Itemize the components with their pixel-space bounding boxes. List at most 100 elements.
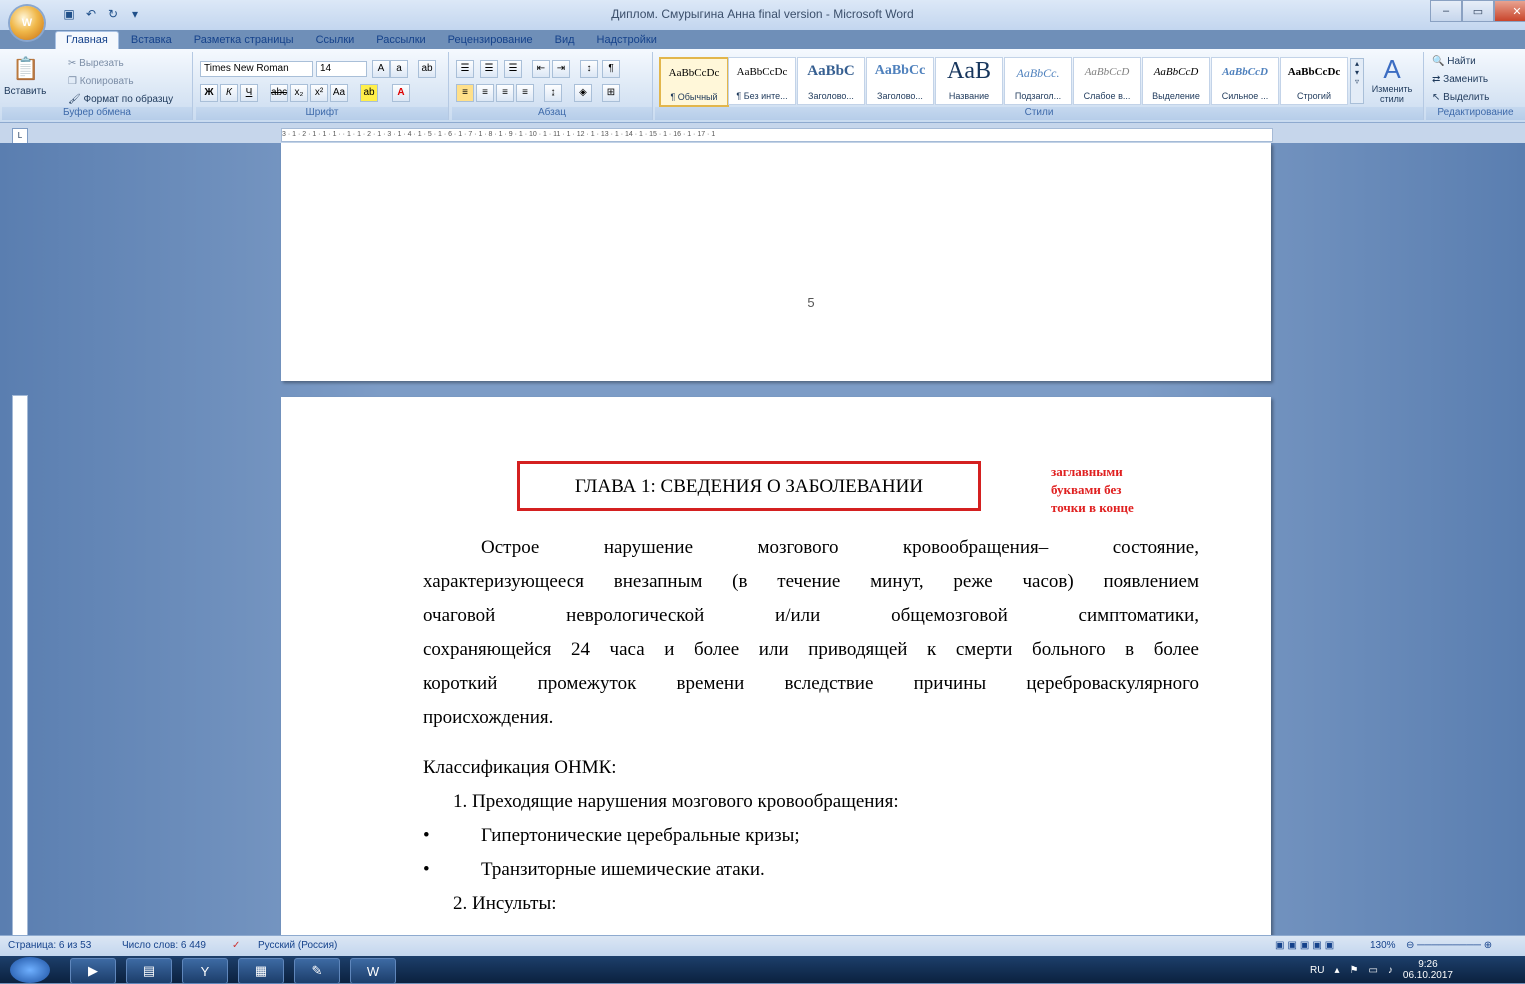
clipboard-group: 📋 Вставить ✂ Вырезать ❐ Копировать 🖌 Фор… [2, 52, 193, 120]
volume-icon[interactable]: ♪ [1388, 965, 1393, 976]
spellcheck-icon[interactable]: ✓ [232, 940, 240, 951]
media-player-icon[interactable]: ▶ [70, 958, 116, 984]
increase-indent-icon[interactable]: ⇥ [552, 60, 570, 78]
tab-home[interactable]: Главная [55, 31, 119, 49]
presentation-icon[interactable]: ▦ [238, 958, 284, 984]
close-icon[interactable]: ✕ [1494, 0, 1525, 22]
style-subtitle[interactable]: AaBbCc. Подзагол... [1004, 57, 1072, 105]
office-button[interactable]: W [10, 6, 44, 40]
format-painter-button[interactable]: 🖌 Формат по образцу [68, 94, 173, 105]
tab-addins[interactable]: Надстройки [587, 32, 667, 49]
page-count[interactable]: Страница: 6 из 53 [8, 940, 91, 951]
office-logo-icon: W [21, 17, 33, 29]
zoom-slider[interactable]: ⊖ ───────── ⊕ [1406, 940, 1516, 951]
paragraph-group-label: Абзац [452, 107, 652, 120]
style-subtle-emphasis[interactable]: AaBbCcD Слабое в... [1073, 57, 1141, 105]
tab-page-layout[interactable]: Разметка страницы [184, 32, 304, 49]
list-item: Гипертонические церебральные кризы; [481, 825, 800, 846]
align-right-icon[interactable]: ≡ [496, 84, 514, 102]
select-button[interactable]: ↖ Выделить [1432, 92, 1489, 103]
style-heading-1[interactable]: AaBbC Заголово... [797, 57, 865, 105]
numbering-icon[interactable]: ☰ [480, 60, 498, 78]
font-color-icon[interactable]: A [392, 84, 410, 102]
explorer-icon[interactable]: ▤ [126, 958, 172, 984]
borders-icon[interactable]: ⊞ [602, 84, 620, 102]
horizontal-ruler[interactable]: 3 · 1 · 2 · 1 · 1 · 1 · · 1 · 1 · 2 · 1 … [281, 128, 1273, 142]
tab-references[interactable]: Ссылки [306, 32, 365, 49]
paragraph-line: Острое нарушение мозгового кровообращени… [481, 537, 1199, 558]
input-language[interactable]: RU [1310, 965, 1324, 976]
tab-view[interactable]: Вид [545, 32, 585, 49]
word-count[interactable]: Число слов: 6 449 [122, 940, 206, 951]
page-5[interactable]: 5 [281, 143, 1271, 381]
minimize-icon[interactable]: – [1430, 0, 1462, 22]
replace-button[interactable]: ⇄ Заменить [1432, 74, 1488, 85]
style-emphasis[interactable]: AaBbCcD Выделение [1142, 57, 1210, 105]
change-styles-icon: A [1383, 54, 1401, 84]
subscript-icon[interactable]: x₂ [290, 84, 308, 102]
shrink-font-icon[interactable]: a [390, 60, 408, 78]
tab-mailings[interactable]: Рассылки [366, 32, 435, 49]
align-left-icon[interactable]: ≡ [456, 84, 474, 102]
paste-button[interactable]: Вставить [4, 86, 46, 97]
tab-review[interactable]: Рецензирование [438, 32, 543, 49]
yandex-browser-icon[interactable]: Y [182, 958, 228, 984]
multilevel-list-icon[interactable]: ☰ [504, 60, 522, 78]
show-marks-icon[interactable]: ¶ [602, 60, 620, 78]
tray-arrow-icon[interactable]: ▴ [1334, 965, 1339, 976]
bullets-icon[interactable]: ☰ [456, 60, 474, 78]
underline-icon[interactable]: Ч [240, 84, 258, 102]
align-center-icon[interactable]: ≡ [476, 84, 494, 102]
copy-button[interactable]: ❐ Копировать [68, 76, 134, 87]
network-icon[interactable]: ▭ [1368, 965, 1377, 976]
list-item: 1. Преходящие нарушения мозгового кровоо… [453, 791, 899, 812]
paste-icon[interactable]: 📋 [12, 56, 39, 82]
style-intense-emphasis[interactable]: AaBbCcD Сильное ... [1211, 57, 1279, 105]
style-no-spacing[interactable]: AaBbCcDc ¶ Без инте... [728, 57, 796, 105]
find-button[interactable]: 🔍 Найти [1432, 56, 1476, 67]
line-spacing-icon[interactable]: ↨ [544, 84, 562, 102]
tab-selector-icon[interactable]: L [12, 128, 28, 144]
copy-icon: ❐ [68, 76, 80, 87]
body-paragraph: Острое нарушение мозгового кровообращени… [423, 531, 1199, 735]
clear-format-icon[interactable]: ab [418, 60, 436, 78]
flag-icon[interactable]: ⚑ [1349, 965, 1358, 976]
tab-insert[interactable]: Вставка [121, 32, 182, 49]
paint-icon[interactable]: ✎ [294, 958, 340, 984]
font-group-label: Шрифт [196, 107, 448, 120]
paragraph-line: происхождения. [423, 707, 554, 728]
justify-icon[interactable]: ≡ [516, 84, 534, 102]
bold-icon[interactable]: Ж [200, 84, 218, 102]
change-case-icon[interactable]: Aa [330, 84, 348, 102]
status-bar: Страница: 6 из 53 Число слов: 6 449 ✓ Ру… [0, 935, 1525, 956]
styles-scroll-icon[interactable]: ▴ ▾ ▿ [1350, 58, 1364, 104]
page-6[interactable]: ГЛАВА 1: СВЕДЕНИЯ О ЗАБОЛЕВАНИИ заглавны… [281, 397, 1271, 937]
font-size-combo[interactable]: 14 [316, 61, 367, 77]
cut-button[interactable]: ✂ Вырезать [68, 58, 124, 69]
sort-icon[interactable]: ↕ [580, 60, 598, 78]
bullet-icon: • [423, 859, 430, 880]
vertical-ruler[interactable] [12, 395, 28, 937]
grow-font-icon[interactable]: A [372, 60, 390, 78]
style-normal[interactable]: AaBbCcDc ¶ Обычный [659, 57, 729, 107]
maximize-icon[interactable]: ▭ [1462, 0, 1494, 22]
italic-icon[interactable]: К [220, 84, 238, 102]
clock[interactable]: 9:26 06.10.2017 [1403, 959, 1453, 981]
change-styles-button[interactable]: A Изменить стили [1368, 54, 1416, 104]
view-buttons-icon[interactable]: ▣▣▣▣▣ [1275, 940, 1337, 951]
shading-icon[interactable]: ◈ [574, 84, 592, 102]
font-group: Times New Roman 14 A a ab Ж К Ч abc x₂ x… [196, 52, 449, 120]
highlight-icon[interactable]: ab [360, 84, 378, 102]
style-title[interactable]: AaB Название [935, 57, 1003, 105]
start-button[interactable] [10, 957, 50, 983]
decrease-indent-icon[interactable]: ⇤ [532, 60, 550, 78]
language-indicator[interactable]: Русский (Россия) [258, 940, 337, 951]
zoom-level[interactable]: 130% [1370, 940, 1396, 951]
style-strong[interactable]: AaBbCcDc Строгий [1280, 57, 1348, 105]
word-taskbar-icon[interactable]: W [350, 958, 396, 984]
style-heading-2[interactable]: AaBbCc Заголово... [866, 57, 934, 105]
superscript-icon[interactable]: x² [310, 84, 328, 102]
strikethrough-icon[interactable]: abc [270, 84, 288, 102]
editing-group-label: Редактирование [1426, 107, 1525, 120]
font-name-combo[interactable]: Times New Roman [200, 61, 313, 77]
